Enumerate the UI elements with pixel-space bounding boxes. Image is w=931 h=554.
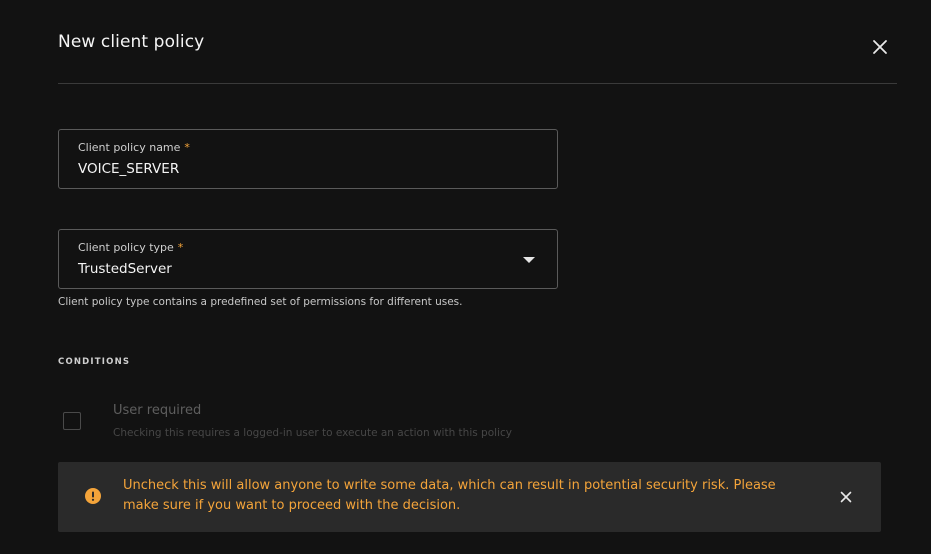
warning-close-button[interactable]: [837, 488, 855, 506]
client-policy-type-helper: Client policy type contains a predefined…: [58, 296, 463, 308]
client-policy-type-label: Client policy type *: [78, 241, 184, 254]
security-warning-banner: Uncheck this will allow anyone to write …: [58, 462, 881, 532]
close-icon: [873, 40, 887, 54]
chevron-down-icon[interactable]: [523, 257, 535, 263]
client-policy-type-value: TrustedServer: [78, 261, 172, 277]
dialog-title: New client policy: [58, 32, 205, 52]
required-marker: *: [177, 241, 184, 254]
client-policy-name-field[interactable]: Client policy name * VOICE_SERVER: [58, 129, 558, 189]
client-policy-type-select[interactable]: Client policy type * TrustedServer: [58, 229, 558, 289]
new-client-policy-dialog: New client policy Client policy name * VO…: [0, 0, 931, 554]
dialog-close-button[interactable]: [868, 35, 892, 59]
user-required-description: Checking this requires a logged-in user …: [113, 427, 512, 439]
client-policy-name-input[interactable]: VOICE_SERVER: [78, 161, 179, 177]
conditions-heading: CONDITIONS: [58, 357, 131, 367]
client-policy-name-label: Client policy name *: [78, 141, 190, 154]
user-required-label: User required: [113, 403, 202, 418]
close-icon: [840, 491, 852, 503]
header-divider: [58, 83, 897, 84]
warning-message: Uncheck this will allow anyone to write …: [123, 478, 776, 513]
warning-icon: [85, 488, 101, 504]
user-required-checkbox[interactable]: [63, 412, 81, 430]
required-marker: *: [184, 141, 190, 154]
